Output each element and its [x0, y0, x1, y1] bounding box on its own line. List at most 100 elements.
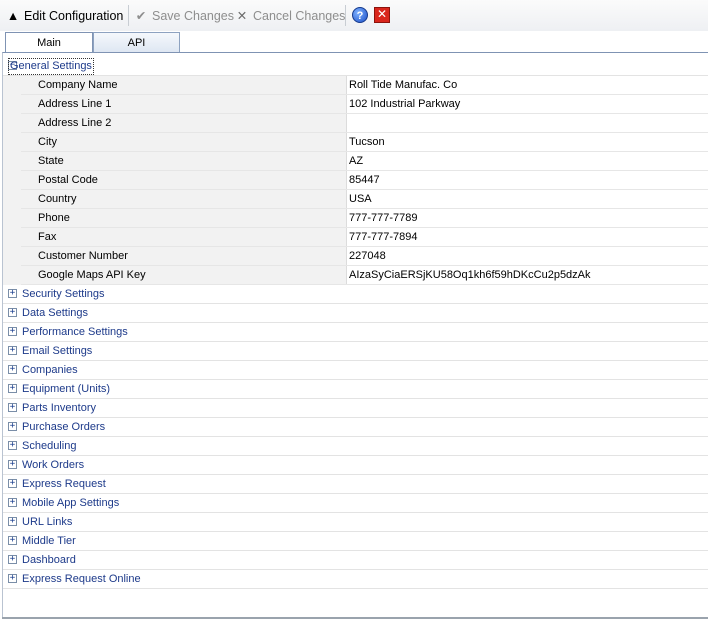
expand-icon[interactable]: +: [8, 403, 17, 412]
category-row[interactable]: + Equipment (Units): [3, 380, 708, 399]
expand-icon[interactable]: +: [8, 384, 17, 393]
close-icon[interactable]: ✕: [374, 7, 390, 23]
property-value[interactable]: Roll Tide Manufac. Co: [347, 76, 708, 94]
category-row[interactable]: + Purchase Orders: [3, 418, 708, 437]
property-name: Postal Code: [21, 171, 347, 189]
expand-icon[interactable]: +: [8, 536, 17, 545]
property-gutter: [3, 76, 21, 285]
edit-configuration-button[interactable]: ▲ Edit Configuration: [6, 7, 124, 25]
category-row[interactable]: + Express Request: [3, 475, 708, 494]
category-row[interactable]: + Express Request Online: [3, 570, 708, 589]
toolbar: ▲ Edit Configuration ✔ Save Changes ✕ Cance…: [0, 0, 708, 31]
category-row[interactable]: + Scheduling: [3, 437, 708, 456]
property-row[interactable]: Postal Code 85447: [21, 171, 708, 190]
property-value[interactable]: 777-777-7894: [347, 228, 708, 246]
property-row[interactable]: State AZ: [21, 152, 708, 171]
property-row[interactable]: Phone 777-777-7789: [21, 209, 708, 228]
category-row[interactable]: + Email Settings: [3, 342, 708, 361]
help-icon[interactable]: ?: [352, 7, 368, 23]
category-label: Scheduling: [22, 440, 77, 452]
collapse-up-icon: ▲: [6, 9, 20, 23]
category-label: Email Settings: [22, 345, 93, 357]
cancel-changes-button[interactable]: ✕ Cancel Changes: [235, 7, 346, 25]
category-row[interactable]: + Work Orders: [3, 456, 708, 475]
category-label: Parts Inventory: [22, 402, 96, 414]
property-name: Phone: [21, 209, 347, 227]
category-row[interactable]: + Companies: [3, 361, 708, 380]
property-row[interactable]: Country USA: [21, 190, 708, 209]
property-grid: − General Settings Company Name Roll Tide…: [2, 52, 708, 619]
property-name: Google Maps API Key: [21, 266, 347, 284]
toolbar-separator: [128, 5, 129, 26]
category-row[interactable]: + Mobile App Settings: [3, 494, 708, 513]
cancel-changes-label: Cancel Changes: [253, 9, 346, 23]
property-name: Fax: [21, 228, 347, 246]
property-row[interactable]: Address Line 1 102 Industrial Parkway: [21, 95, 708, 114]
expand-icon[interactable]: +: [8, 289, 17, 298]
property-row[interactable]: Fax 777-777-7894: [21, 228, 708, 247]
expand-icon[interactable]: +: [8, 574, 17, 583]
category-row[interactable]: + Parts Inventory: [3, 399, 708, 418]
property-value[interactable]: 777-777-7789: [347, 209, 708, 227]
property-value[interactable]: 102 Industrial Parkway: [347, 95, 708, 113]
save-changes-button[interactable]: ✔ Save Changes: [134, 7, 234, 25]
category-label: Mobile App Settings: [22, 497, 120, 509]
property-value[interactable]: AZ: [347, 152, 708, 170]
category-label: Express Request Online: [22, 573, 141, 585]
expand-icon[interactable]: +: [8, 327, 17, 336]
property-value[interactable]: [347, 114, 708, 132]
property-name: Customer Number: [21, 247, 347, 265]
expand-icon[interactable]: +: [8, 441, 17, 450]
property-row[interactable]: City Tucson: [21, 133, 708, 152]
x-icon: ✕: [236, 9, 248, 23]
expand-icon[interactable]: +: [8, 555, 17, 564]
category-row[interactable]: + Middle Tier: [3, 532, 708, 551]
expand-icon[interactable]: +: [8, 422, 17, 431]
expand-icon[interactable]: +: [8, 479, 17, 488]
category-row[interactable]: + URL Links: [3, 513, 708, 532]
expand-icon[interactable]: +: [8, 498, 17, 507]
property-row[interactable]: Customer Number 227048: [21, 247, 708, 266]
category-label: Work Orders: [22, 459, 85, 471]
edit-configuration-label: Edit Configuration: [24, 9, 124, 23]
property-value[interactable]: 227048: [347, 247, 708, 265]
category-row[interactable]: + Security Settings: [3, 285, 708, 304]
category-label: Security Settings: [22, 288, 105, 300]
property-name: Address Line 1: [21, 95, 347, 113]
category-label: General Settings: [8, 58, 94, 75]
property-row[interactable]: Company Name Roll Tide Manufac. Co: [21, 76, 708, 95]
expand-icon[interactable]: +: [8, 365, 17, 374]
category-label: Dashboard: [22, 554, 76, 566]
expand-icon[interactable]: +: [8, 308, 17, 317]
property-name: Company Name: [21, 76, 347, 94]
category-label: Data Settings: [22, 307, 89, 319]
category-label: Purchase Orders: [22, 421, 106, 433]
property-name: Address Line 2: [21, 114, 347, 132]
category-label: Performance Settings: [22, 326, 128, 338]
tab-strip: Main API: [0, 31, 708, 54]
expand-icon[interactable]: +: [8, 346, 17, 355]
property-row[interactable]: Google Maps API Key AIzaSyCiaERSjKU58Oq1k…: [21, 266, 708, 285]
category-general-settings[interactable]: − General Settings: [3, 57, 708, 76]
property-value[interactable]: USA: [347, 190, 708, 208]
property-name: State: [21, 152, 347, 170]
tab-api[interactable]: API: [93, 32, 180, 53]
expand-icon[interactable]: +: [8, 517, 17, 526]
expand-icon[interactable]: +: [8, 460, 17, 469]
category-label: Express Request: [22, 478, 106, 490]
category-row[interactable]: + Dashboard: [3, 551, 708, 570]
property-value[interactable]: Tucson: [347, 133, 708, 151]
toolbar-separator: [345, 5, 346, 26]
category-row[interactable]: + Performance Settings: [3, 323, 708, 342]
category-label: Companies: [22, 364, 78, 376]
property-value[interactable]: AIzaSyCiaERSjKU58Oq1kh6f59hDKcCu2p5dzAk: [347, 266, 708, 284]
property-value[interactable]: 85447: [347, 171, 708, 189]
tab-main[interactable]: Main: [5, 32, 93, 54]
property-row[interactable]: Address Line 2: [21, 114, 708, 133]
category-label: Equipment (Units): [22, 383, 111, 395]
property-name: Country: [21, 190, 347, 208]
category-label: Middle Tier: [22, 535, 76, 547]
category-row[interactable]: + Data Settings: [3, 304, 708, 323]
property-name: City: [21, 133, 347, 151]
save-changes-label: Save Changes: [152, 9, 235, 23]
